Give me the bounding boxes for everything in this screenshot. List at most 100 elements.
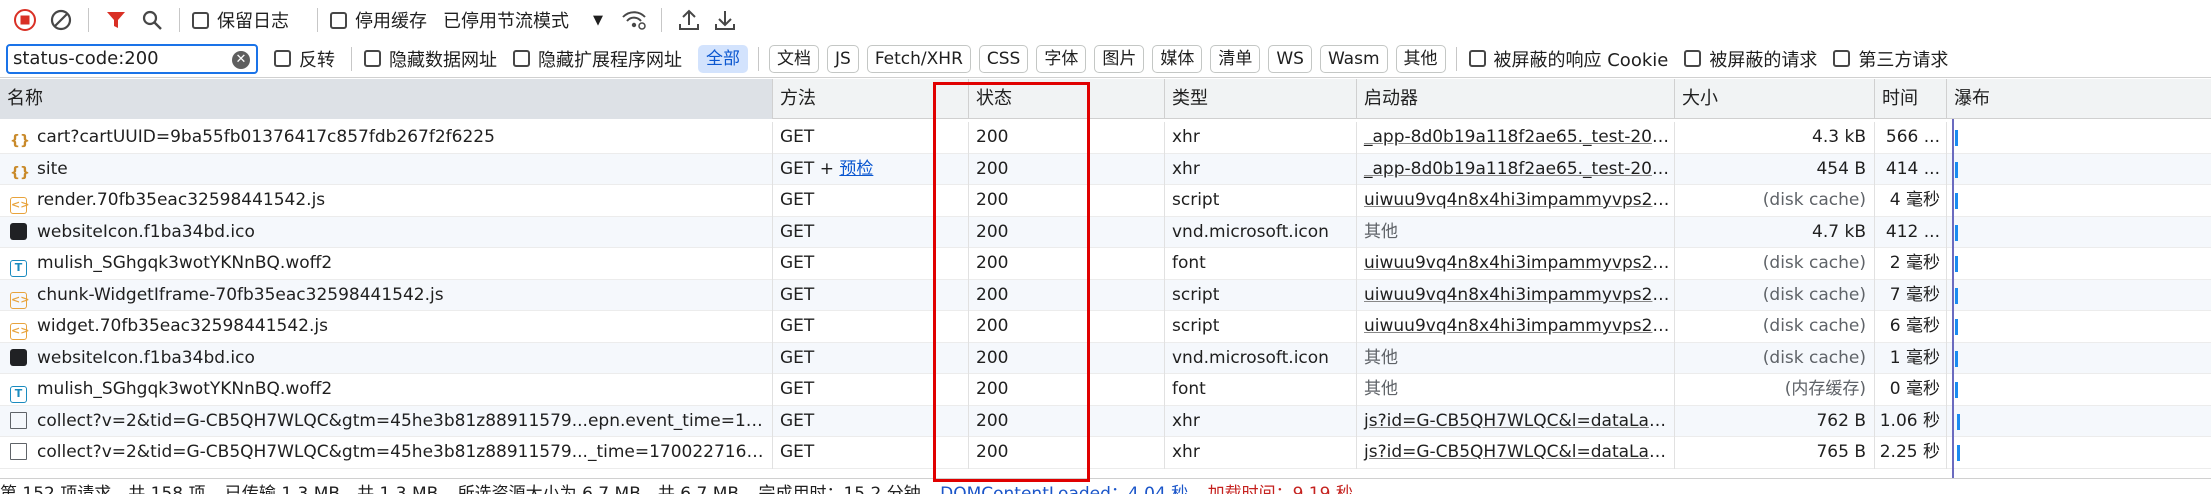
- hide-ext-urls-checkbox[interactable]: 隐藏扩展程序网址: [513, 46, 682, 72]
- table-row[interactable]: collect?v=2&tid=G-CB5QH7WLQC&gtm=45he3b8…: [0, 405, 2211, 438]
- cell-name[interactable]: Tmulish_SGhgqk3wotYKNnBQ.woff2: [0, 374, 772, 406]
- cell-method: GET: [772, 216, 968, 248]
- cell-waterfall: [1946, 279, 2211, 311]
- table-row[interactable]: <> render.70fb35eac32598441542.js GET 200 sc…: [0, 185, 2211, 217]
- initiator-text[interactable]: uiwuu9vq4n8x4hi3impammyvps2hcb...: [1364, 316, 1674, 336]
- cell-status: 200: [968, 437, 1164, 469]
- table-row[interactable]: {} site GET + 预检 200 xhr _app-8d0b19a118f2ae6…: [0, 153, 2211, 186]
- initiator-text[interactable]: uiwuu9vq4n8x4hi3impammyvps2hcb...: [1364, 190, 1674, 210]
- cell-initiator[interactable]: _app-8d0b19a118f2ae65._test-20231...: [1356, 122, 1674, 154]
- cell-status: 200: [968, 279, 1164, 311]
- cell-name[interactable]: Tmulish_SGhgqk3wotYKNnBQ.woff2: [0, 248, 772, 280]
- cell-waterfall: [1946, 437, 2211, 469]
- cell-initiator[interactable]: uiwuu9vq4n8x4hi3impammyvps2hcb...: [1356, 311, 1674, 343]
- network-conditions-icon[interactable]: [619, 5, 649, 35]
- blocked-requests-checkbox[interactable]: 被屏蔽的请求: [1684, 46, 1817, 72]
- table-row[interactable]: {} cart?cartUUID=9ba55fb01376417c857fdb26…: [0, 122, 2211, 154]
- type-filter-manifest[interactable]: 清单: [1210, 44, 1261, 73]
- cell-initiator[interactable]: uiwuu9vq4n8x4hi3impammyvps2hcb...: [1356, 279, 1674, 311]
- filter-icon[interactable]: [101, 5, 131, 35]
- col-header-name[interactable]: 名称: [0, 79, 772, 119]
- initiator-text[interactable]: _app-8d0b19a118f2ae65._test-20231...: [1364, 127, 1674, 147]
- type-filter-img[interactable]: 图片: [1094, 44, 1145, 73]
- cell-initiator[interactable]: uiwuu9vq4n8x4hi3impammyvps2hcb...: [1356, 185, 1674, 217]
- cell-name[interactable]: <> render.70fb35eac32598441542.js: [0, 185, 772, 217]
- cell-size: (disk cache): [1674, 342, 1874, 374]
- type-filter-js[interactable]: JS: [827, 44, 859, 73]
- cell-name[interactable]: {} site: [0, 154, 772, 186]
- filter-input-box[interactable]: ✕: [6, 43, 258, 74]
- disable-cache-checkbox[interactable]: 停用缓存: [330, 7, 427, 33]
- type-filter-doc[interactable]: 文档: [769, 44, 819, 73]
- type-filter-all[interactable]: 全部: [698, 44, 748, 73]
- blocked-cookies-label: 被屏蔽的响应 Cookie: [1493, 49, 1669, 71]
- type-filter-ws[interactable]: WS: [1268, 44, 1312, 73]
- request-name: cart?cartUUID=9ba55fb01376417c857fdb267f…: [37, 127, 495, 147]
- request-name: chunk-WidgetIframe-70fb35eac32598441542.…: [37, 284, 444, 305]
- preserve-log-checkbox[interactable]: 保留日志: [192, 7, 289, 33]
- method-text: GET: [780, 379, 815, 399]
- preserve-log-label: 保留日志: [217, 11, 289, 32]
- table-row[interactable]: collect?v=2&tid=G-CB5QH7WLQC&gtm=45he3b8…: [0, 437, 2211, 469]
- cell-status: 200: [968, 374, 1164, 406]
- cell-method: GET: [772, 248, 968, 280]
- throttling-select[interactable]: 已停用节流模式 ▼: [443, 7, 603, 33]
- type-filter-font[interactable]: 字体: [1036, 44, 1087, 73]
- col-header-method[interactable]: 方法: [772, 79, 968, 119]
- cell-initiator[interactable]: js?id=G-CB5QH7WLQC&l=dataLayer...: [1356, 437, 1674, 469]
- col-header-size[interactable]: 大小: [1674, 79, 1874, 119]
- table-row[interactable]: websiteIcon.f1ba34bd.ico GET 200 vnd.micros…: [0, 342, 2211, 375]
- col-header-type[interactable]: 类型: [1164, 79, 1356, 119]
- table-row[interactable]: Tmulish_SGhgqk3wotYKNnBQ.woff2 GET 200 font…: [0, 374, 2211, 406]
- cell-initiator[interactable]: uiwuu9vq4n8x4hi3impammyvps2hcb...: [1356, 248, 1674, 280]
- initiator-text[interactable]: _app-8d0b19a118f2ae65._test-20231...: [1364, 159, 1674, 179]
- cell-name[interactable]: collect?v=2&tid=G-CB5QH7WLQC&gtm=45he3b8…: [0, 406, 772, 438]
- cell-initiator[interactable]: _app-8d0b19a118f2ae65._test-20231...: [1356, 153, 1674, 185]
- table-row[interactable]: <> widget.70fb35eac32598441542.js GET 200 sc…: [0, 311, 2211, 343]
- waterfall-bar: [1957, 413, 1960, 430]
- hide-data-urls-checkbox[interactable]: 隐藏数据网址: [364, 46, 497, 72]
- cell-name[interactable]: websiteIcon.f1ba34bd.ico: [0, 343, 772, 375]
- cell-method: GET: [772, 185, 968, 217]
- record-stop-icon[interactable]: [10, 5, 40, 35]
- cell-name[interactable]: <> chunk-WidgetIframe-70fb35eac3259844154…: [0, 280, 772, 312]
- third-party-checkbox[interactable]: 第三方请求: [1833, 46, 1948, 72]
- col-header-waterfall[interactable]: 瀑布: [1946, 79, 2211, 119]
- cell-time: 566 ...: [1874, 122, 1946, 154]
- type-filter-media[interactable]: 媒体: [1152, 44, 1203, 73]
- cell-initiator[interactable]: js?id=G-CB5QH7WLQC&l=dataLayer...: [1356, 405, 1674, 437]
- initiator-text[interactable]: js?id=G-CB5QH7WLQC&l=dataLayer...: [1364, 411, 1674, 431]
- col-header-time[interactable]: 时间: [1874, 79, 1946, 119]
- export-har-icon[interactable]: [710, 5, 740, 35]
- invert-checkbox[interactable]: 反转: [274, 46, 335, 72]
- preflight-link[interactable]: 预检: [839, 159, 873, 179]
- type-filter-wasm[interactable]: Wasm: [1319, 44, 1388, 73]
- type-filter-other[interactable]: 其他: [1395, 44, 1446, 73]
- initiator-text[interactable]: uiwuu9vq4n8x4hi3impammyvps2hcb...: [1364, 285, 1674, 305]
- cell-name[interactable]: websiteIcon.f1ba34bd.ico: [0, 217, 772, 249]
- search-icon[interactable]: [137, 5, 167, 35]
- initiator-text[interactable]: js?id=G-CB5QH7WLQC&l=dataLayer...: [1364, 442, 1674, 462]
- import-har-icon[interactable]: [674, 5, 704, 35]
- table-row[interactable]: Tmulish_SGhgqk3wotYKNnBQ.woff2 GET 200 font…: [0, 248, 2211, 280]
- filter-input[interactable]: [8, 48, 220, 69]
- type-filter-css[interactable]: CSS: [978, 44, 1029, 73]
- cell-method: GET: [772, 122, 968, 154]
- cell-status: 200: [968, 216, 1164, 248]
- clear-icon[interactable]: [46, 5, 76, 35]
- checkbox-icon: [274, 50, 291, 67]
- blocked-cookies-checkbox[interactable]: 被屏蔽的响应 Cookie: [1468, 46, 1669, 72]
- cell-name[interactable]: <> widget.70fb35eac32598441542.js: [0, 311, 772, 343]
- cell-type: script: [1164, 185, 1356, 217]
- table-row[interactable]: websiteIcon.f1ba34bd.ico GET 200 vnd.micros…: [0, 216, 2211, 249]
- cell-name[interactable]: collect?v=2&tid=G-CB5QH7WLQC&gtm=45he3b8…: [0, 437, 772, 469]
- table-row[interactable]: <> chunk-WidgetIframe-70fb35eac3259844154…: [0, 279, 2211, 312]
- clear-filter-icon[interactable]: ✕: [232, 50, 250, 69]
- cell-waterfall: [1946, 248, 2211, 280]
- col-header-initiator[interactable]: 启动器: [1356, 79, 1674, 119]
- cell-name[interactable]: {} cart?cartUUID=9ba55fb01376417c857fdb26…: [0, 122, 772, 154]
- col-header-status[interactable]: 状态: [968, 79, 1164, 119]
- initiator-text[interactable]: uiwuu9vq4n8x4hi3impammyvps2hcb...: [1364, 253, 1674, 273]
- type-filter-fetch-xhr[interactable]: Fetch/XHR: [866, 44, 971, 73]
- cell-time: 2 毫秒: [1874, 248, 1946, 280]
